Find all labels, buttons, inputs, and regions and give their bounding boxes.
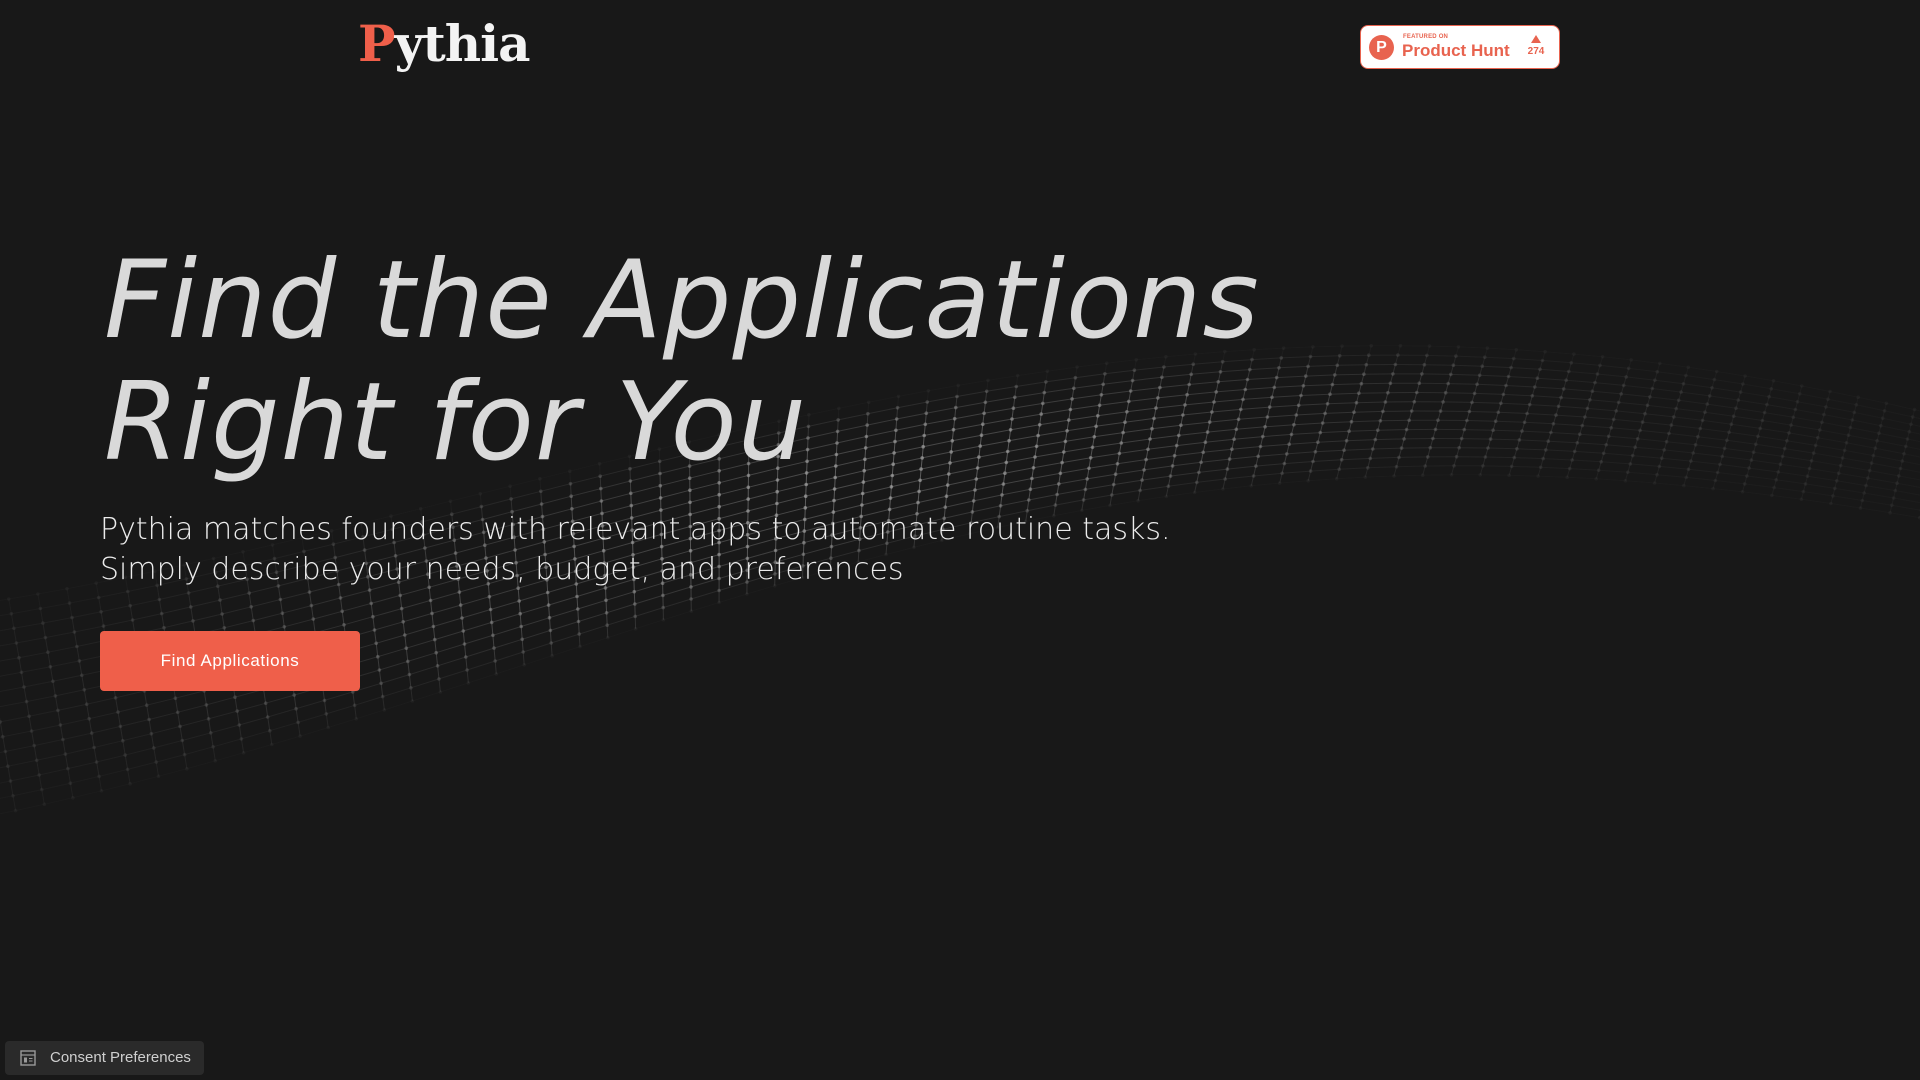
consent-icon bbox=[20, 1050, 36, 1066]
product-hunt-featured-text: FEATURED ON bbox=[1403, 34, 1449, 40]
hero-subtitle-line-1: Pythia matches founders with relevant ap… bbox=[100, 512, 1171, 547]
hero-subtitle-line-2: Simply describe your needs, budget, and … bbox=[100, 552, 904, 587]
landing-page: Pythia P FEATURED ON Product Hunt 274 Fi… bbox=[0, 0, 1920, 1080]
upvote-count: 274 bbox=[1527, 46, 1545, 57]
product-hunt-icon: P bbox=[1369, 35, 1394, 60]
consent-preferences-label: Consent Preferences bbox=[50, 1049, 191, 1066]
site-logo[interactable]: Pythia bbox=[358, 14, 531, 74]
hero-title-line-1: Find the Applications bbox=[104, 238, 1260, 363]
consent-preferences-button[interactable]: Consent Preferences bbox=[5, 1041, 204, 1075]
hero-title: Find the Applications Right for You bbox=[104, 240, 1504, 484]
product-hunt-name: Product Hunt bbox=[1402, 41, 1510, 60]
find-applications-button[interactable]: Find Applications bbox=[100, 631, 360, 691]
hero-subtitle: Pythia matches founders with relevant ap… bbox=[100, 510, 1400, 590]
upvote-arrow-icon bbox=[1531, 35, 1541, 43]
logo-initial: P bbox=[358, 14, 396, 73]
product-hunt-badge[interactable]: P FEATURED ON Product Hunt 274 bbox=[1360, 25, 1560, 69]
hero-title-line-2: Right for You bbox=[104, 360, 808, 485]
logo-rest: ythia bbox=[394, 14, 531, 73]
